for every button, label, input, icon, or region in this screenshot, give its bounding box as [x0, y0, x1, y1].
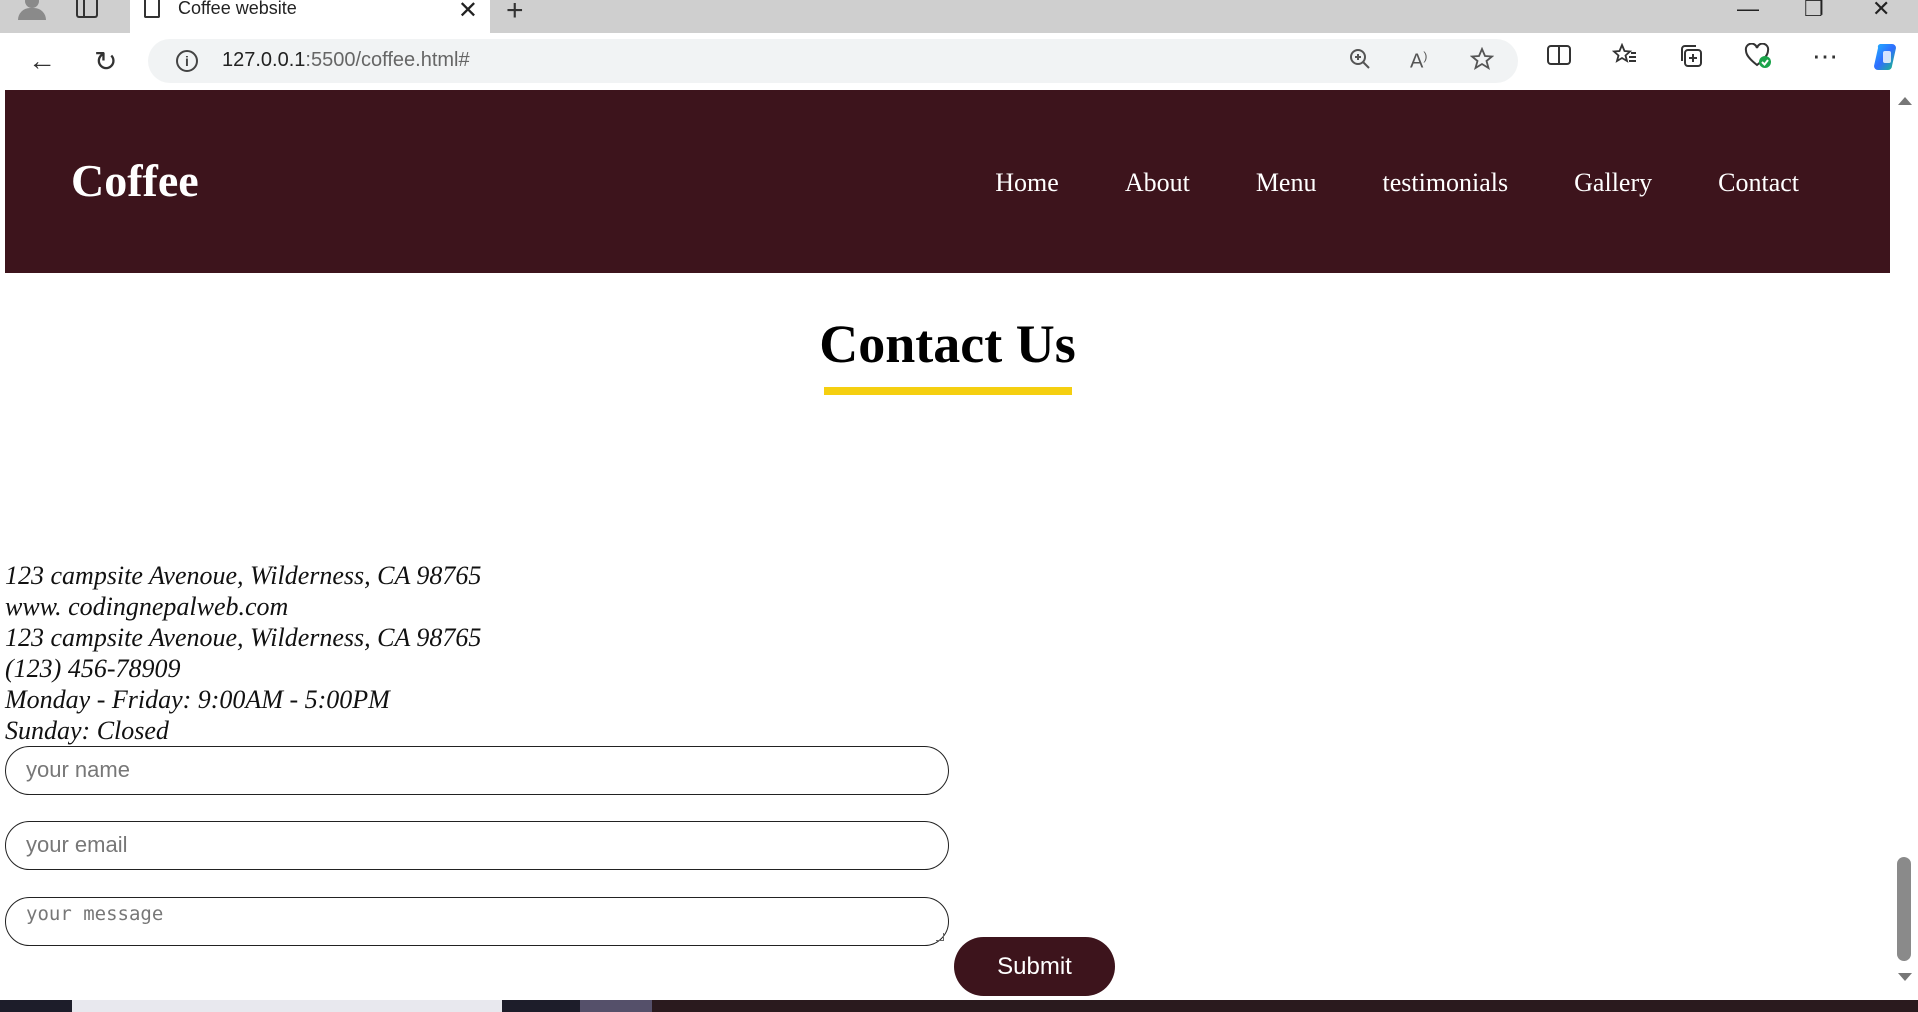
contact-phone: (123) 456-78909 [5, 654, 181, 683]
message-textarea[interactable]: your message [5, 897, 949, 946]
vertical-scrollbar[interactable] [1890, 89, 1918, 1000]
message-placeholder: your message [26, 903, 164, 925]
favorite-star-icon[interactable] [1469, 46, 1495, 78]
copilot-icon[interactable] [1870, 41, 1904, 80]
contact-hours-sunday: Sunday: Closed [5, 716, 169, 745]
browser-toolbar: ← ↻ i 127.0.0.1:5500/coffee.html# A) ⋯ [0, 33, 1918, 89]
title-underline [824, 387, 1072, 395]
new-tab-button[interactable]: + [506, 0, 524, 28]
tab-title: Coffee website [178, 0, 297, 18]
contact-address: 123 campsite Avenoue, Wilderness, CA 987… [5, 561, 482, 590]
nav-testimonials[interactable]: testimonials [1382, 168, 1508, 198]
tab-actions-icon[interactable] [76, 0, 98, 18]
split-screen-icon[interactable] [1546, 43, 1572, 74]
site-logo[interactable]: Coffee [71, 154, 199, 207]
taskbar-segment [580, 1000, 652, 1012]
zoom-icon[interactable] [1348, 47, 1372, 78]
address-bar[interactable]: i 127.0.0.1:5500/coffee.html# A) [148, 39, 1518, 83]
read-aloud-icon[interactable]: A) [1410, 49, 1427, 74]
nav-menu[interactable]: Menu [1256, 168, 1317, 198]
tab-close-icon[interactable]: ✕ [458, 0, 478, 25]
collections-icon[interactable] [1678, 43, 1704, 76]
browser-tab-strip: Coffee website ✕ + — ❐ ✕ [0, 0, 1918, 33]
refresh-button[interactable]: ↻ [94, 45, 117, 78]
contact-info: 123 campsite Avenoue, Wilderness, CA 987… [5, 560, 481, 746]
contact-address-2: 123 campsite Avenoue, Wilderness, CA 987… [5, 623, 482, 652]
email-input[interactable]: your email [5, 821, 949, 870]
resize-grip-icon[interactable] [936, 933, 944, 941]
url-text[interactable]: 127.0.0.1:5500/coffee.html# [222, 49, 470, 72]
restore-button[interactable]: ❐ [1804, 0, 1824, 22]
page-viewport: Coffee Home About Menu testimonials Gall… [0, 89, 1918, 1000]
page-icon [144, 0, 160, 18]
name-input[interactable]: your name [5, 746, 949, 795]
scroll-down-icon[interactable] [1898, 973, 1912, 981]
browser-tab[interactable]: Coffee website ✕ [130, 0, 490, 33]
favorites-icon[interactable] [1611, 42, 1638, 74]
nav-contact[interactable]: Contact [1718, 168, 1799, 198]
os-taskbar [0, 1000, 1918, 1012]
site-info-icon[interactable]: i [176, 50, 198, 72]
performance-icon[interactable] [1744, 42, 1772, 76]
back-button[interactable]: ← [28, 45, 56, 77]
nav-about[interactable]: About [1125, 168, 1190, 198]
taskbar-segment [72, 1000, 502, 1012]
contact-website: www. codingnepalweb.com [5, 592, 289, 621]
nav-gallery[interactable]: Gallery [1574, 168, 1652, 198]
submit-button[interactable]: Submit [954, 937, 1115, 996]
section-title: Contact Us [819, 314, 1076, 374]
close-window-button[interactable]: ✕ [1872, 0, 1890, 22]
nav-home[interactable]: Home [995, 168, 1059, 198]
contact-hours-weekday: Monday - Friday: 9:00AM - 5:00PM [5, 685, 390, 714]
taskbar-segment [652, 1000, 1918, 1012]
scroll-up-icon[interactable] [1898, 97, 1912, 105]
main-nav: Home About Menu testimonials Gallery Con… [995, 168, 1799, 198]
profile-icon[interactable] [14, 0, 50, 24]
minimize-button[interactable]: — [1737, 0, 1759, 22]
site-header: Coffee Home About Menu testimonials Gall… [5, 90, 1890, 273]
more-icon[interactable]: ⋯ [1812, 41, 1838, 72]
scrollbar-thumb[interactable] [1897, 857, 1911, 961]
